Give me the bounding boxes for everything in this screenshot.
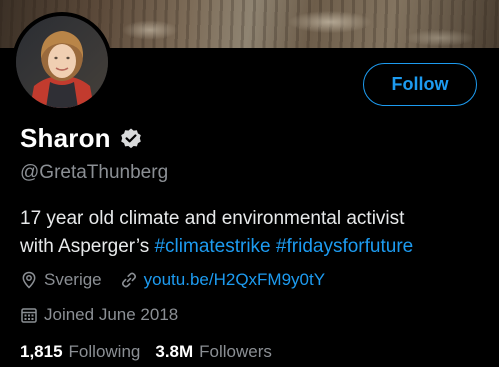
user-handle: @GretaThunberg (20, 162, 169, 183)
location-text: Sverige (44, 270, 102, 289)
website-link[interactable]: youtu.be/H2QxFM9y0tY (144, 270, 325, 290)
avatar[interactable] (12, 12, 112, 112)
bio-line-1: 17 year old climate and environmental ac… (20, 208, 405, 229)
followers-count: 3.8M (155, 342, 194, 361)
follow-stats: 1,815 Following 3.8M Followers (20, 342, 272, 362)
following-stat[interactable]: 1,815 Following (20, 342, 140, 362)
name-row: Sharon (20, 123, 143, 154)
bio-text: with Asperger’s (20, 236, 155, 257)
profile-page: Follow Sharon @GretaThunberg 17 year old… (0, 0, 499, 367)
hashtag-climatestrike[interactable]: #climatestrike (154, 236, 270, 257)
location-pin-icon (20, 271, 38, 289)
bio-line-2: with Asperger’s #climatestrike #fridaysf… (20, 233, 490, 261)
profile-meta-row: Sverige youtu.be/H2QxFM9y0tY (20, 270, 325, 290)
joined-row: Joined June 2018 (20, 305, 178, 325)
website: youtu.be/H2QxFM9y0tY (120, 270, 325, 290)
hashtag-fridaysforfuture[interactable]: #fridaysforfuture (276, 236, 413, 257)
followers-label: Followers (199, 342, 272, 361)
joined-text: Joined June 2018 (44, 305, 179, 324)
location: Sverige (20, 270, 102, 290)
follow-button[interactable]: Follow (363, 63, 477, 106)
display-name: Sharon (20, 123, 111, 153)
following-count: 1,815 (20, 342, 63, 361)
followers-stat[interactable]: 3.8M Followers (155, 342, 272, 362)
profile-bio: 17 year old climate and environmental ac… (20, 205, 490, 261)
calendar-icon (20, 306, 38, 324)
verified-badge-icon (119, 127, 143, 151)
link-icon (120, 271, 138, 289)
avatar-photo (16, 16, 108, 108)
joined-date: Joined June 2018 (20, 305, 178, 325)
following-label: Following (68, 342, 141, 361)
